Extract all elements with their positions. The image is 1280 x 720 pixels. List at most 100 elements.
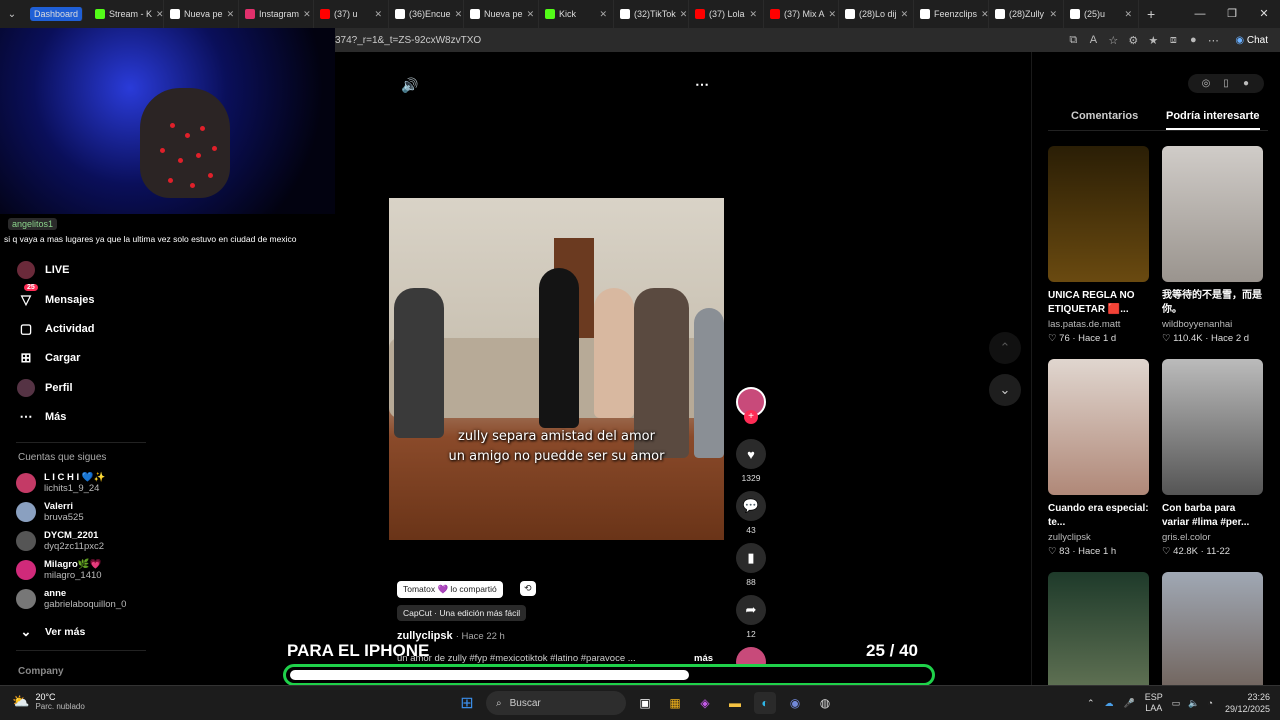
tab-close-icon[interactable]: ✕ xyxy=(223,9,235,20)
windows-start-icon[interactable]: ⊞ xyxy=(456,692,478,714)
repost-icon[interactable]: ⟲ xyxy=(520,581,536,596)
recommended-card[interactable]: Con barba para variar #lima #per... gris… xyxy=(1162,359,1263,557)
copilot-icon[interactable]: ◈ xyxy=(694,692,716,714)
task-view-icon[interactable]: ▣ xyxy=(634,692,656,714)
recommended-card[interactable]: 我等待的不是雪，而是你。 wildboyyenanhai ♡ 110.4K · … xyxy=(1162,146,1263,344)
cloud-icon[interactable]: ☁ xyxy=(1105,698,1114,709)
tab-close-icon[interactable]: ✕ xyxy=(825,9,837,20)
collections-icon[interactable]: ⧈ xyxy=(1163,34,1183,47)
copilot-chat-button[interactable]: ◉ Chat xyxy=(1229,33,1274,48)
tab-comments[interactable]: Comentarios xyxy=(1071,110,1138,122)
close-window-button[interactable]: ✕ xyxy=(1248,0,1280,28)
sidebar-item-profile[interactable]: Perfil xyxy=(16,378,73,398)
tab-close-icon[interactable]: ✕ xyxy=(676,9,688,20)
browser-tab[interactable]: (37) u ✕ xyxy=(314,0,390,28)
following-item[interactable]: anne gabrielaboquillon_0 xyxy=(16,588,126,610)
sidebar-item-messages[interactable]: ▽ 25 Mensajes xyxy=(16,284,95,310)
browser-tab[interactable]: Nueva pe ✕ xyxy=(164,0,240,28)
tab-list-chevron-icon[interactable]: ⌄ xyxy=(0,9,24,20)
following-item[interactable]: Valerri bruva525 xyxy=(16,501,84,523)
previous-video-button[interactable]: ⌃ xyxy=(989,332,1021,364)
capcut-pill[interactable]: CapCut · Una edición más fácil xyxy=(397,605,527,621)
discord-icon[interactable]: ◉ xyxy=(784,692,806,714)
avatar[interactable]: ● xyxy=(1236,78,1256,89)
address-bar[interactable]: 374?_r=1&_t=ZS-92cxW8zvTXO ⧉ A ☆ ⚙ ★ ⧈ ●… xyxy=(335,28,1280,52)
tab-close-icon[interactable]: ✕ xyxy=(977,9,988,20)
following-item[interactable]: L I C H I 💙✨ lichits1_9_24 xyxy=(16,472,106,494)
store-icon[interactable]: ▦ xyxy=(664,692,686,714)
shared-by-pill[interactable]: Tomatox 💜 lo compartió xyxy=(397,581,503,598)
volume-icon[interactable]: 🔊 xyxy=(401,77,418,94)
browser-tab[interactable]: Stream - K ✕ xyxy=(89,0,165,28)
see-more-button[interactable]: ⌄ Ver más xyxy=(16,622,86,642)
extensions-icon[interactable]: ⚙ xyxy=(1123,34,1143,47)
save-button[interactable]: ▮ 88 xyxy=(735,543,767,587)
browser-tab[interactable]: (28)Zully ✕ xyxy=(989,0,1065,28)
comment-button[interactable]: 💬 43 xyxy=(735,491,767,535)
microphone-icon[interactable]: 🎤 xyxy=(1124,698,1135,709)
tab-close-icon[interactable]: ✕ xyxy=(595,9,607,20)
company-link[interactable]: Company xyxy=(18,666,64,677)
tab-close-icon[interactable]: ✕ xyxy=(1045,9,1057,20)
sidebar-item-upload[interactable]: ⊞ Cargar xyxy=(16,348,81,368)
menu-dots-icon[interactable]: ⋯ xyxy=(1203,34,1223,47)
language-indicator[interactable]: ESP LAA xyxy=(1145,692,1163,714)
browser-tab[interactable]: (37) Mix A ✕ xyxy=(764,0,840,28)
tab-close-icon[interactable]: ✕ xyxy=(897,9,909,20)
browser-tab[interactable]: Nueva pe ✕ xyxy=(464,0,540,28)
like-button[interactable]: ♥ 1329 xyxy=(735,439,767,483)
tab-close-icon[interactable]: ✕ xyxy=(152,9,163,20)
display-icon[interactable]: ▭ xyxy=(1172,698,1181,709)
following-item[interactable]: Milagro🌿💗 milagro_1410 xyxy=(16,559,102,581)
network-icon[interactable]: ◔ xyxy=(1208,698,1213,708)
next-video-button[interactable]: ⌄ xyxy=(989,374,1021,406)
sidebar-item-activity[interactable]: ▢ Actividad xyxy=(16,319,95,339)
compass-icon[interactable]: ◎ xyxy=(1196,78,1216,89)
maximize-button[interactable]: ❐ xyxy=(1216,0,1248,28)
edge-browser-icon[interactable]: ◐ xyxy=(754,692,776,714)
profile-icon[interactable]: ● xyxy=(1183,34,1203,46)
translate-icon[interactable]: A xyxy=(1083,34,1103,46)
chevron-up-icon[interactable]: ⌃ xyxy=(1087,698,1095,709)
browser-tab[interactable]: (28)Lo dij ✕ xyxy=(839,0,915,28)
video-player[interactable]: zully separa amistad del amor un amigo n… xyxy=(389,198,724,540)
browser-tab[interactable]: (36)Encue ✕ xyxy=(389,0,465,28)
speaker-icon[interactable]: 🔈 xyxy=(1188,698,1199,709)
sidebar-item-live[interactable]: LIVE xyxy=(16,260,69,280)
browser-tab[interactable]: Kick ✕ xyxy=(539,0,615,28)
share-button[interactable]: ➦ 12 xyxy=(735,595,767,639)
favorites-icon[interactable]: ★ xyxy=(1143,34,1163,47)
tab-close-icon[interactable]: ✕ xyxy=(370,9,382,20)
browser-tab[interactable]: (32)TikTok ✕ xyxy=(614,0,690,28)
obs-icon[interactable]: ◍ xyxy=(814,692,836,714)
tab-close-icon[interactable]: ✕ xyxy=(523,9,535,20)
tab-close-icon[interactable]: ✕ xyxy=(299,9,311,20)
recommended-card[interactable]: UNICA REGLA NO ETIQUETAR 🟥... las.patas.… xyxy=(1048,146,1149,344)
clock[interactable]: 23:26 29/12/2025 xyxy=(1225,691,1270,715)
tab-recommended[interactable]: Podría interesarte xyxy=(1166,110,1260,130)
browser-tab[interactable]: Dashboard xyxy=(30,7,84,21)
more-options-icon[interactable]: ⋯ xyxy=(695,76,709,93)
tab-close-icon[interactable]: ✕ xyxy=(451,9,463,20)
browser-tab[interactable]: Feenzclips ✕ xyxy=(914,0,990,28)
browser-tab[interactable]: Instagram ✕ xyxy=(239,0,315,28)
taskbar-search[interactable]: ⌕ Buscar xyxy=(486,691,626,715)
recommended-card[interactable]: Cuando era especial: te... zullyclipsk ♡… xyxy=(1048,359,1149,557)
new-tab-button[interactable]: + xyxy=(1147,6,1155,22)
minimize-button[interactable]: — xyxy=(1184,0,1216,28)
sidebar-item-more[interactable]: ⋯ Más xyxy=(16,407,67,427)
tab-close-icon[interactable]: ✕ xyxy=(745,9,757,20)
file-explorer-icon[interactable]: ▬ xyxy=(724,692,746,714)
caption-more-link[interactable]: más xyxy=(694,653,713,664)
favorite-star-icon[interactable]: ☆ xyxy=(1103,34,1123,47)
browser-tab[interactable]: (25)u ✕ xyxy=(1064,0,1140,28)
url-text[interactable]: 374?_r=1&_t=ZS-92cxW8zvTXO xyxy=(335,35,1063,46)
follow-plus-icon[interactable]: + xyxy=(744,410,758,424)
weather-widget[interactable]: ⛅ 20°C Parc. nublado xyxy=(12,692,85,711)
following-item[interactable]: DYCM_2201 dyq2zc11pxc2 xyxy=(16,530,104,552)
author-avatar-button[interactable]: + xyxy=(735,387,767,424)
browser-tab[interactable]: (37) Lola ✕ xyxy=(689,0,765,28)
open-in-app-icon[interactable]: ⧉ xyxy=(1063,34,1083,47)
device-icon[interactable]: ▯ xyxy=(1216,78,1236,89)
tab-close-icon[interactable]: ✕ xyxy=(1120,9,1132,20)
